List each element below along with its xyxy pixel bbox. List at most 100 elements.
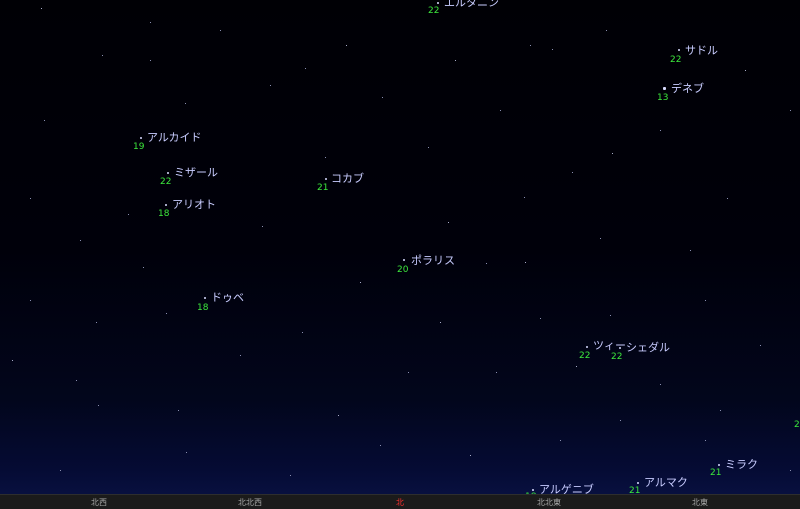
field-star (620, 420, 621, 421)
field-star (660, 384, 661, 385)
field-star (612, 153, 613, 154)
star-mirach-magnitude: 21 (710, 468, 722, 478)
star-kochab[interactable] (325, 178, 327, 180)
compass-northeast: 北東 (692, 498, 708, 507)
field-star (60, 470, 61, 471)
field-star (606, 30, 607, 31)
field-star (745, 70, 746, 71)
field-star (790, 470, 791, 471)
star-mizar[interactable] (167, 172, 169, 174)
star-tsih[interactable] (586, 346, 588, 348)
field-star (660, 130, 661, 131)
field-star (338, 415, 339, 416)
field-star (346, 45, 347, 46)
compass-northwest: 北西 (91, 498, 107, 507)
field-star (408, 372, 409, 373)
field-star (610, 315, 611, 316)
star-mirach[interactable] (718, 464, 720, 466)
star-deneb[interactable] (663, 87, 666, 90)
star-polaris-magnitude: 20 (397, 265, 409, 275)
field-star (382, 97, 383, 98)
star-sadr[interactable] (678, 49, 680, 51)
star-almach[interactable] (637, 482, 639, 484)
star-dubhe-magnitude: 18 (197, 303, 209, 313)
field-star (150, 60, 151, 61)
field-star (496, 372, 497, 373)
field-star (41, 8, 42, 9)
star-algenib[interactable] (532, 489, 534, 491)
star-tsih-magnitude: 22 (579, 351, 591, 361)
star-tsih-label[interactable]: ツィー (593, 340, 626, 352)
field-star (525, 262, 526, 263)
star-alioth-label[interactable]: アリオト (172, 199, 216, 211)
star-deneb-magnitude: 13 (657, 93, 669, 103)
star-dubhe[interactable] (204, 297, 206, 299)
field-star (486, 263, 487, 264)
star-kochab-label[interactable]: コカブ (331, 173, 364, 185)
field-star (727, 198, 728, 199)
field-star (448, 222, 449, 223)
star-alkaid-label[interactable]: アルカイド (147, 132, 202, 144)
field-star (380, 445, 381, 446)
field-star (720, 410, 721, 411)
field-star (220, 30, 221, 31)
field-star (325, 157, 326, 158)
star-deneb-label[interactable]: デネブ (671, 83, 704, 95)
field-star (185, 103, 186, 104)
field-star (572, 172, 573, 173)
field-star (143, 267, 144, 268)
field-star (540, 318, 541, 319)
star-sadr-magnitude: 22 (670, 55, 682, 65)
sky-view[interactable]: 22 エルタニン 22 サドル 13 デネブ 19 アルカイド 22 ミザール … (0, 0, 800, 509)
field-star (576, 366, 577, 367)
star-sadr-label[interactable]: サドル (685, 45, 718, 57)
field-star (560, 440, 561, 441)
star-schedar[interactable] (619, 347, 621, 349)
star-alkaid-magnitude: 19 (133, 142, 145, 152)
star-dubhe-label[interactable]: ドゥベ (211, 292, 244, 304)
field-star (150, 22, 151, 23)
field-star (166, 313, 167, 314)
star-alioth[interactable] (165, 204, 167, 206)
field-star (80, 240, 81, 241)
field-star (240, 355, 241, 356)
field-star (428, 147, 429, 148)
field-star (705, 440, 706, 441)
star-eltanin[interactable] (437, 2, 439, 4)
field-star (96, 322, 97, 323)
field-star (530, 45, 531, 46)
field-star (262, 226, 263, 227)
field-star (600, 238, 601, 239)
star-polaris[interactable] (403, 259, 405, 261)
star-alkaid[interactable] (140, 137, 142, 139)
field-star (690, 250, 691, 251)
field-star (524, 197, 525, 198)
field-star (552, 49, 553, 50)
field-star (102, 55, 103, 56)
star-mirach-label[interactable]: ミラク (725, 459, 758, 471)
star-schedar-label[interactable]: シェダル (626, 342, 670, 354)
compass-north-northeast: 北北東 (537, 498, 561, 507)
horizon-bar: 北西 北北西 北 北北東 北東 (0, 494, 800, 509)
star-almach-label[interactable]: アルマク (644, 477, 688, 489)
star-mizar-magnitude: 22 (160, 177, 172, 187)
field-star (455, 60, 456, 61)
field-star (305, 68, 306, 69)
field-star (470, 455, 471, 456)
star-eltanin-label[interactable]: エルタニン (444, 0, 499, 9)
field-star (302, 332, 303, 333)
star-mizar-label[interactable]: ミザール (174, 167, 218, 179)
field-star (270, 85, 271, 86)
field-star (760, 345, 761, 346)
field-star (76, 380, 77, 381)
field-star (44, 120, 45, 121)
compass-north-northwest: 北北西 (238, 498, 262, 507)
field-star (12, 360, 13, 361)
star-eltanin-magnitude: 22 (428, 6, 440, 16)
star-polaris-label[interactable]: ポラリス (411, 255, 455, 267)
field-star (705, 300, 706, 301)
field-star (360, 282, 361, 283)
field-star (790, 110, 791, 111)
star-alioth-magnitude: 18 (158, 209, 170, 219)
field-star (128, 214, 129, 215)
